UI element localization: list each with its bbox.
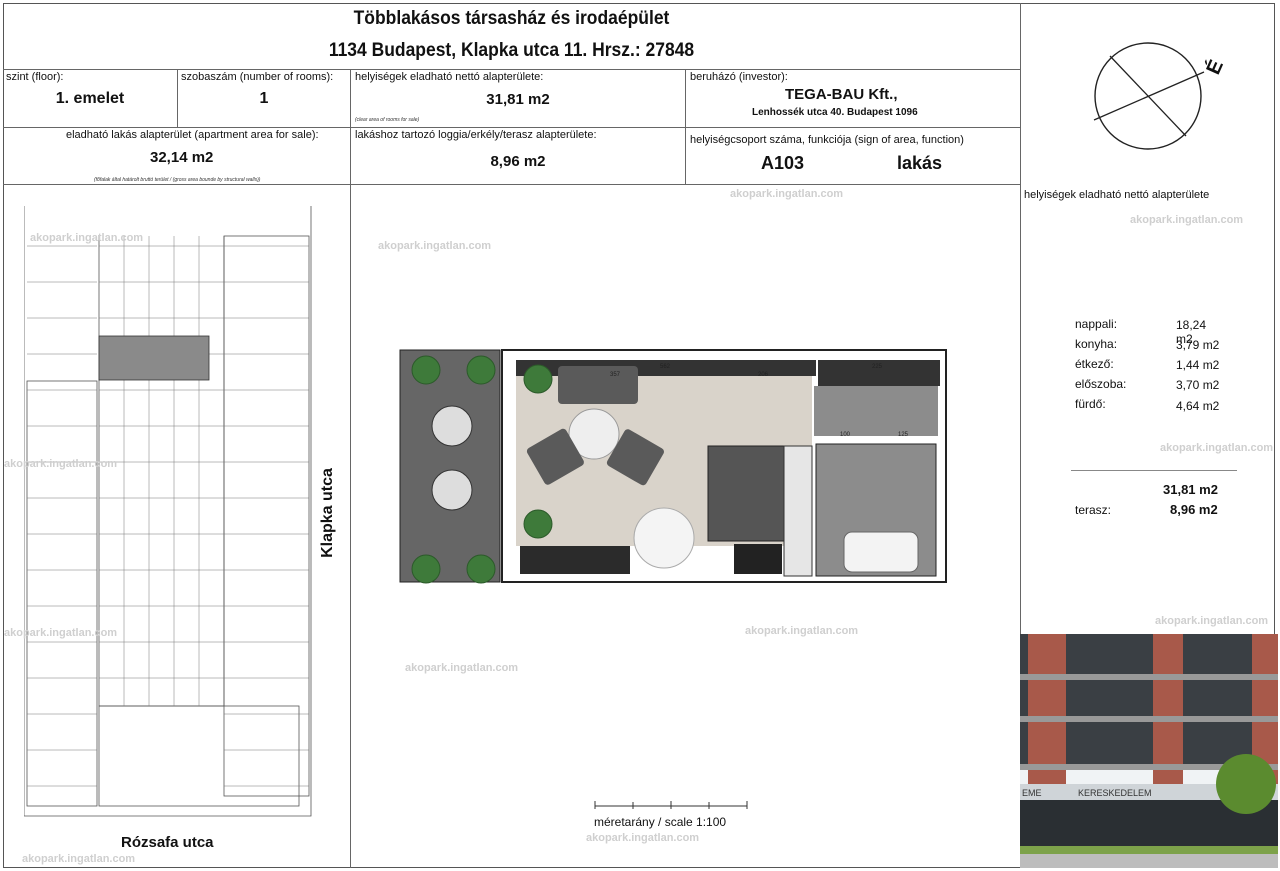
watermark: akopark.ingatlan.com <box>1130 214 1244 226</box>
net-area-note: (clear area of rooms for sale) <box>355 117 420 123</box>
divider <box>685 69 686 184</box>
room-area: 4,64 m2 <box>1176 399 1220 413</box>
divider <box>350 69 351 868</box>
divider <box>3 127 1020 128</box>
unit-code: A103 <box>761 153 805 173</box>
room-name: fürdő: <box>1075 397 1106 411</box>
function-label: helyiségcsoport száma, funkciója (sign o… <box>690 134 964 146</box>
floor-label: szint (floor): <box>6 71 64 83</box>
floor-value: 1. emelet <box>55 90 125 107</box>
watermark: akopark.ingatlan.com <box>1160 442 1274 454</box>
investor-address: Lenhossék utca 40. Budapest 1096 <box>752 107 918 118</box>
watermark: akopark.ingatlan.com <box>1155 615 1269 627</box>
watermark: akopark.ingatlan.com <box>586 832 700 844</box>
watermark: akopark.ingatlan.com <box>745 625 859 637</box>
room-name: nappali: <box>1075 317 1118 331</box>
terrace <box>399 349 501 583</box>
dining-table <box>633 507 695 569</box>
page-subtitle: 1134 Budapest, Klapka utca 11. Hrsz.: 27… <box>328 40 695 61</box>
compass-icon <box>1093 42 1205 150</box>
room-area: 1,44 m2 <box>1176 358 1220 372</box>
loggia-label: lakáshoz tartozó loggia/erkély/terasz al… <box>355 129 597 141</box>
sale-area-value: 32,14 m2 <box>150 149 214 166</box>
sofa <box>558 366 638 404</box>
site-plan <box>24 206 312 817</box>
dim-label: 100 <box>840 432 851 438</box>
unit-function: lakás <box>897 153 943 173</box>
watermark: akopark.ingatlan.com <box>22 853 136 865</box>
watermark: akopark.ingatlan.com <box>378 240 492 252</box>
watermark: akopark.ingatlan.com <box>4 458 118 470</box>
dim-label: 125 <box>898 432 909 438</box>
watermark: akopark.ingatlan.com <box>405 662 519 674</box>
investor-label: beruházó (investor): <box>690 71 788 83</box>
rooms-value: 1 <box>259 90 269 107</box>
hallway <box>814 386 938 436</box>
dim-label: 562 <box>660 364 671 370</box>
building-rendering: EME KERESKEDELEM <box>1020 634 1278 868</box>
room-name: előszoba: <box>1075 377 1127 391</box>
dim-label: 225 <box>872 364 883 370</box>
watermark: akopark.ingatlan.com <box>4 627 118 639</box>
highlighted-unit <box>98 335 210 381</box>
street-rozsafa: Rózsafa utca <box>121 834 214 851</box>
sale-area-note: (főfalak által határolt bruttó terület /… <box>94 177 261 183</box>
loggia-value: 8,96 m2 <box>490 153 546 170</box>
net-area-label: helyiségek eladható nettó alapterülete: <box>355 71 544 83</box>
facade-sign: EME <box>1022 788 1042 798</box>
dim-label: 357 <box>610 372 621 378</box>
street-klapka: Klapka utca <box>318 468 336 558</box>
facade-sign: KERESKEDELEM <box>1078 788 1152 798</box>
page-title: Többlakásos társasház és irodaépület <box>353 8 670 29</box>
divider <box>3 69 1020 70</box>
terrace-value: 8,96 m2 <box>1170 502 1218 517</box>
room-area: 3,70 m2 <box>1176 378 1220 392</box>
apartment-floor-plan: 357 562 206 225 100 125 <box>399 349 947 584</box>
investor-name: TEGA-BAU Kft., <box>785 86 898 103</box>
rooms-total: 31,81 m2 <box>1163 482 1218 497</box>
rooms-panel-heading: helyiségek eladható nettó alapterülete <box>1024 189 1210 201</box>
room-area: 3,79 m2 <box>1176 338 1220 352</box>
terrace-label: terasz: <box>1075 503 1112 517</box>
rooms-label: szobaszám (number of rooms): <box>181 71 334 83</box>
watermark: akopark.ingatlan.com <box>30 232 144 244</box>
total-divider <box>1071 470 1237 471</box>
room-name: konyha: <box>1075 337 1118 351</box>
kitchen-counter <box>707 445 785 542</box>
scale-text: méretarány / scale 1:100 <box>594 815 727 829</box>
watermark: akopark.ingatlan.com <box>730 188 844 200</box>
dim-label: 206 <box>758 372 769 378</box>
sale-area-label: eladható lakás alapterület (apartment ar… <box>66 129 319 141</box>
net-area-value: 31,81 m2 <box>486 91 550 108</box>
divider <box>3 184 1020 185</box>
room-name: étkező: <box>1075 357 1114 371</box>
scale-bar <box>594 801 748 809</box>
